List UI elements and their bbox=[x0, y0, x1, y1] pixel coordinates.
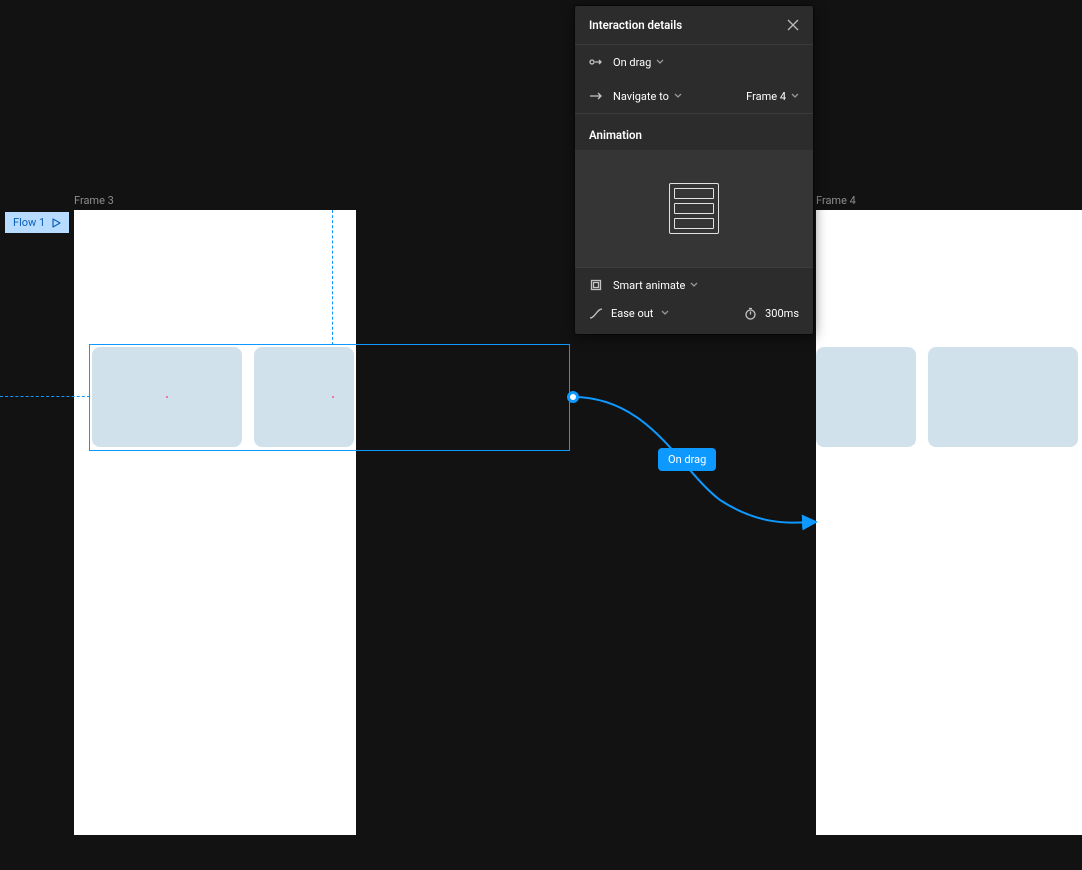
artboard-frame-4[interactable] bbox=[816, 210, 1082, 835]
action-target: Frame 4 bbox=[746, 90, 786, 103]
navigate-icon bbox=[589, 89, 603, 103]
trigger-row[interactable]: On drag bbox=[575, 45, 813, 79]
guide-horizontal bbox=[0, 396, 90, 397]
action-row[interactable]: Navigate to Frame 4 bbox=[575, 79, 813, 114]
flow-start-badge[interactable]: Flow 1 bbox=[5, 212, 69, 233]
action-target-select[interactable]: Frame 4 bbox=[746, 90, 799, 103]
action-label: Navigate to bbox=[613, 90, 669, 103]
close-panel-button[interactable] bbox=[787, 19, 799, 31]
preview-stack-icon bbox=[669, 183, 719, 234]
duration-field[interactable]: 300ms bbox=[743, 306, 799, 320]
play-icon bbox=[51, 218, 61, 228]
connector-trigger-pill[interactable]: On drag bbox=[658, 448, 716, 471]
interaction-details-panel[interactable]: Interaction details On drag Navigate to … bbox=[575, 6, 813, 334]
frame-label-right[interactable]: Frame 4 bbox=[816, 194, 856, 207]
drag-icon bbox=[589, 55, 603, 69]
card[interactable] bbox=[816, 347, 916, 447]
flow-label: Flow 1 bbox=[13, 216, 45, 229]
anchor-dot bbox=[332, 396, 334, 398]
guide-vertical bbox=[332, 210, 333, 345]
chevron-down-icon bbox=[661, 310, 669, 316]
panel-title: Interaction details bbox=[589, 18, 682, 32]
animate-type-label: Smart animate bbox=[613, 279, 685, 292]
ease-curve-icon bbox=[589, 306, 603, 320]
easing-select[interactable]: Ease out bbox=[589, 306, 733, 320]
close-icon bbox=[787, 19, 799, 31]
chevron-down-icon bbox=[674, 93, 682, 99]
card[interactable] bbox=[928, 347, 1078, 447]
animate-type-row[interactable]: Smart animate bbox=[575, 268, 813, 302]
chevron-down-icon bbox=[656, 59, 664, 65]
easing-label: Ease out bbox=[611, 307, 653, 320]
chevron-down-icon bbox=[690, 282, 698, 288]
animation-section-title: Animation bbox=[575, 114, 813, 150]
anchor-dot bbox=[166, 396, 168, 398]
connector-start-node[interactable] bbox=[567, 391, 579, 403]
card[interactable] bbox=[254, 347, 354, 447]
duration-label: 300ms bbox=[765, 307, 799, 320]
frame-label-left[interactable]: Frame 3 bbox=[74, 194, 114, 207]
smart-animate-icon bbox=[589, 278, 603, 292]
timer-icon bbox=[743, 306, 757, 320]
animation-preview[interactable] bbox=[575, 150, 813, 268]
artboard-frame-3[interactable] bbox=[74, 210, 356, 835]
chevron-down-icon bbox=[791, 93, 799, 99]
trigger-label: On drag bbox=[613, 56, 651, 69]
